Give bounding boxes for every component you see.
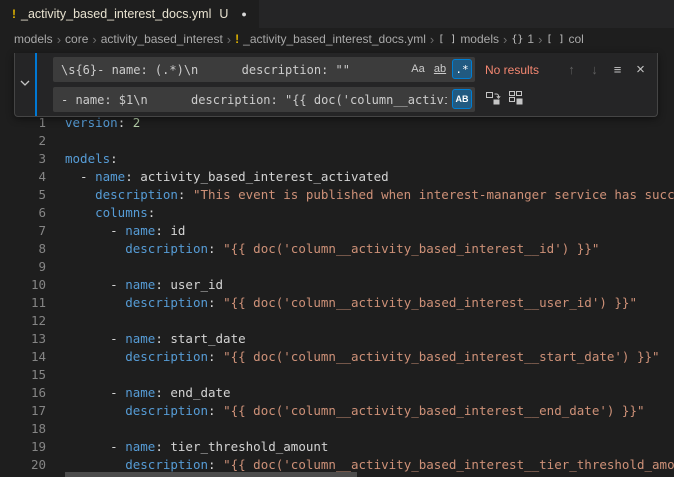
replace-input[interactable]: - name: $1\n description: "{{ doc('colum… [53, 87, 475, 112]
breadcrumb-separator: › [92, 32, 96, 47]
code-line: models: [65, 151, 674, 169]
replace-button[interactable] [482, 89, 503, 110]
line-number: 1 [0, 115, 46, 133]
code-line: description: "{{ doc('column__activity_b… [65, 403, 674, 421]
find-options: Aa ab .* [408, 59, 472, 79]
breadcrumb-separator: › [430, 32, 434, 47]
file-warning-icon: ! [12, 7, 16, 21]
breadcrumb-item-activity_based_interest[interactable]: activity_based_interest [101, 32, 223, 46]
breadcrumb-item-col[interactable]: [ ] col [546, 32, 583, 46]
breadcrumb-label: col [568, 32, 583, 46]
line-number: 18 [0, 421, 46, 439]
breadcrumb: models › core › activity_based_interest ›! _ac… [0, 28, 674, 50]
code-line [65, 367, 674, 385]
tab-active-file[interactable]: ! _activity_based_interest_docs.yml U ● [0, 0, 259, 28]
breadcrumb-item-core[interactable]: core [65, 32, 88, 46]
replace-all-button[interactable] [505, 89, 526, 110]
line-number: 13 [0, 331, 46, 349]
code-lines: version: 2 models: - name: activity_based… [65, 115, 674, 475]
line-number: 17 [0, 403, 46, 421]
match-case-button[interactable]: Aa [408, 59, 428, 79]
breadcrumb-separator: › [57, 32, 61, 47]
code-line: columns: [65, 205, 674, 223]
line-number: 8 [0, 241, 46, 259]
breadcrumb-separator: › [227, 32, 231, 47]
line-number: 5 [0, 187, 46, 205]
breadcrumb-label: models [14, 32, 53, 46]
code-line: - name: id [65, 223, 674, 241]
git-status-badge: U [219, 7, 228, 21]
line-number: 12 [0, 313, 46, 331]
line-number: 11 [0, 295, 46, 313]
find-input[interactable]: \s{6}- name: (.*)\n description: "" Aa a… [53, 57, 475, 82]
code-line: description: "This event is published wh… [65, 187, 674, 205]
replace-row: - name: $1\n description: "{{ doc('colum… [53, 87, 653, 112]
tab-filename: _activity_based_interest_docs.yml [21, 7, 211, 21]
find-query-text: \s{6}- name: (.*)\n description: "" [61, 63, 403, 77]
code-line: description: "{{ doc('column__activity_b… [65, 241, 674, 259]
gutter: 1234567891011121314151617181920 [0, 115, 46, 475]
breadcrumb-label: models [460, 32, 499, 46]
code-line: description: "{{ doc('column__activity_b… [65, 349, 674, 367]
close-find-button[interactable]: × [630, 59, 651, 80]
breadcrumb-label: _activity_based_interest_docs.yml [243, 32, 426, 46]
code-line [65, 313, 674, 331]
breadcrumb-item-1[interactable]: {} 1 [511, 32, 534, 46]
line-number: 2 [0, 133, 46, 151]
modified-indicator[interactable]: ● [241, 9, 246, 19]
code-line [65, 259, 674, 277]
replace-all-icon [508, 90, 524, 109]
breadcrumb-separator: › [538, 32, 542, 47]
editor-pane[interactable]: \s{6}- name: (.*)\n description: "" Aa a… [0, 50, 674, 477]
symbol-object-icon: {} [511, 34, 523, 45]
line-number: 20 [0, 457, 46, 475]
replace-icon [485, 90, 501, 109]
line-number: 16 [0, 385, 46, 403]
breadcrumb-label: 1 [527, 32, 534, 46]
tab-bar: ! _activity_based_interest_docs.yml U ● [0, 0, 674, 28]
breadcrumb-label: core [65, 32, 88, 46]
code-line: - name: activity_based_interest_activate… [65, 169, 674, 187]
whole-word-button[interactable]: ab [430, 59, 450, 79]
line-number: 9 [0, 259, 46, 277]
code-line: - name: end_date [65, 385, 674, 403]
line-number: 15 [0, 367, 46, 385]
code-line: version: 2 [65, 115, 674, 133]
breadcrumb-item-_activity_based_interest_docs.yml[interactable]: ! _activity_based_interest_docs.yml [235, 32, 426, 46]
find-in-selection-button[interactable]: ≡ [607, 59, 628, 80]
line-number: 14 [0, 349, 46, 367]
line-number: 19 [0, 439, 46, 457]
code-line [65, 421, 674, 439]
line-number: 4 [0, 169, 46, 187]
regex-button[interactable]: .* [452, 59, 472, 79]
find-row: \s{6}- name: (.*)\n description: "" Aa a… [53, 57, 653, 82]
code-line: - name: tier_threshold_amount [65, 439, 674, 457]
code-line: - name: user_id [65, 277, 674, 295]
breadcrumb-label: activity_based_interest [101, 32, 223, 46]
code-line: - name: start_date [65, 331, 674, 349]
previous-match-button[interactable]: ↑ [561, 59, 582, 80]
line-number: 3 [0, 151, 46, 169]
toggle-replace-button[interactable] [15, 53, 35, 116]
breadcrumb-item-models[interactable]: [ ] models [438, 32, 499, 46]
file-warning-icon: ! [235, 32, 239, 46]
results-count: No results [485, 63, 559, 77]
breadcrumb-item-models[interactable]: models [14, 32, 53, 46]
find-widget-body: \s{6}- name: (.*)\n description: "" Aa a… [35, 53, 657, 116]
code-line: description: "{{ doc('column__activity_b… [65, 295, 674, 313]
line-number: 10 [0, 277, 46, 295]
breadcrumb-separator: › [503, 32, 507, 47]
preserve-case-button[interactable]: AB [452, 89, 472, 109]
replace-value-text: - name: $1\n description: "{{ doc('colum… [61, 93, 447, 107]
vscode-window: ! _activity_based_interest_docs.yml U ● … [0, 0, 674, 477]
line-number: 6 [0, 205, 46, 223]
code-line [65, 133, 674, 151]
line-number: 7 [0, 223, 46, 241]
symbol-array-icon: [ ] [546, 34, 564, 45]
next-match-button[interactable]: ↓ [584, 59, 605, 80]
symbol-array-icon: [ ] [438, 34, 456, 45]
find-widget: \s{6}- name: (.*)\n description: "" Aa a… [14, 53, 658, 117]
chevron-down-icon [19, 76, 31, 94]
horizontal-scrollbar[interactable] [65, 472, 357, 477]
